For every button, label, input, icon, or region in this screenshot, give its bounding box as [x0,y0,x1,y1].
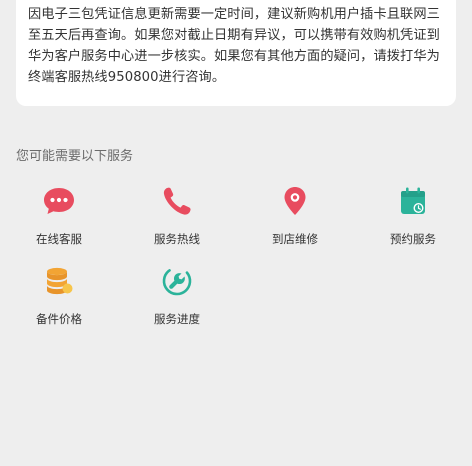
section-title: 您可能需要以下服务 [16,149,134,164]
chat-bubble-icon [44,188,74,214]
service-label: 在线客服 [36,232,82,246]
service-store-repair[interactable]: 到店维修 [236,184,354,247]
service-progress[interactable]: 服务进度 [118,264,236,327]
service-hotline[interactable]: 服务热线 [118,184,236,247]
service-label: 预约服务 [390,232,436,246]
location-pin-icon [284,187,306,215]
service-online-chat[interactable]: 在线客服 [0,184,118,247]
service-label: 服务热线 [154,232,200,246]
service-parts-price[interactable]: 备件价格 [0,264,118,327]
service-label: 备件价格 [36,312,82,326]
phone-icon [163,187,191,215]
notice-card: 因电子三包凭证信息更新需要一定时间，建议新购机用户插卡且联网三至五天后再查询。如… [16,0,456,106]
coin-stack-icon [47,267,73,295]
wrench-progress-icon [162,266,192,296]
service-label: 到店维修 [272,232,318,246]
calendar-icon [401,187,425,214]
service-appointment[interactable]: 预约服务 [354,184,472,247]
notice-text: 因电子三包凭证信息更新需要一定时间，建议新购机用户插卡且联网三至五天后再查询。如… [28,7,440,85]
service-label: 服务进度 [154,312,200,326]
